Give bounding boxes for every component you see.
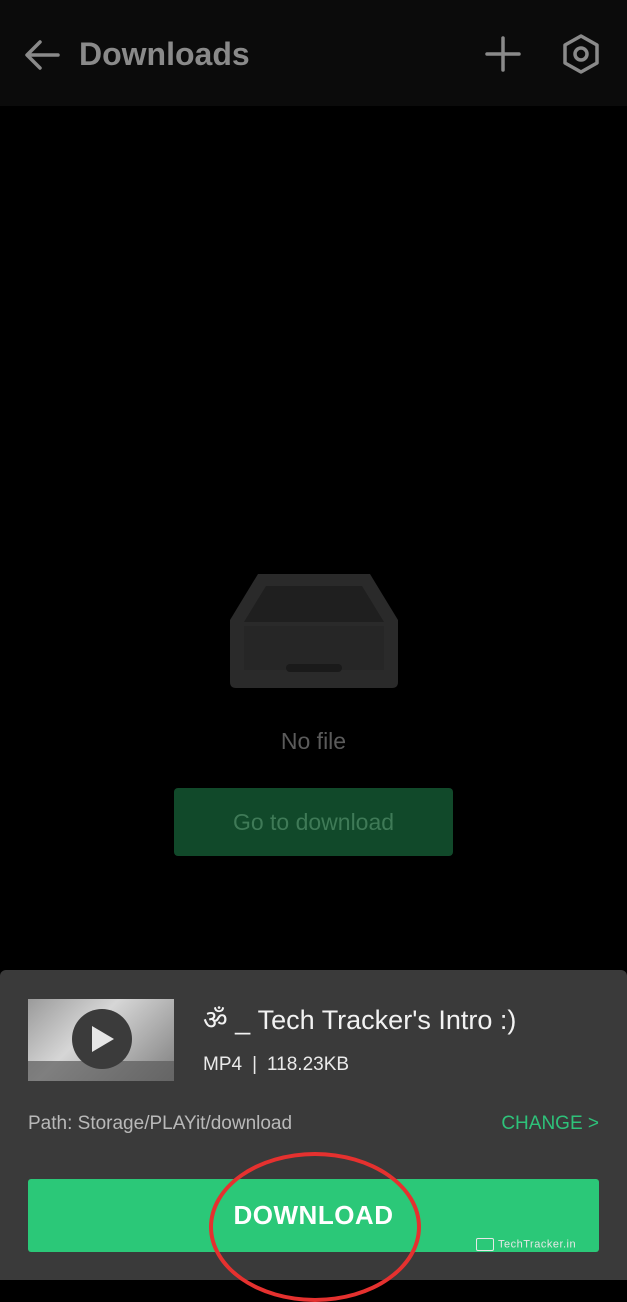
page-title: Downloads (79, 36, 250, 72)
arrow-left-icon[interactable] (22, 35, 62, 75)
watermark-text: TechTracker.in (498, 1238, 577, 1251)
watermark: TechTracker.in (476, 1238, 576, 1251)
plus-icon[interactable] (484, 35, 522, 73)
save-path: Path: Storage/PLAYit/download (28, 1113, 293, 1134)
go-to-download-button[interactable]: Go to download (174, 788, 453, 856)
gear-icon[interactable] (560, 33, 602, 75)
watermark-logo-icon (476, 1238, 494, 1251)
file-size: 118.23KB (267, 1054, 350, 1075)
empty-tray-icon (230, 574, 398, 688)
file-name: ॐ _ Tech Tracker's Intro :) (203, 1005, 517, 1035)
file-meta: MP4 | 118.23KB (203, 1054, 349, 1076)
empty-message: No file (280, 728, 347, 754)
change-path-link[interactable]: CHANGE > (501, 1113, 599, 1135)
video-thumbnail (28, 999, 174, 1081)
app-bar: Downloads (0, 0, 627, 106)
meta-separator: | (252, 1054, 258, 1075)
play-icon (72, 1009, 132, 1069)
file-format: MP4 (203, 1054, 243, 1075)
